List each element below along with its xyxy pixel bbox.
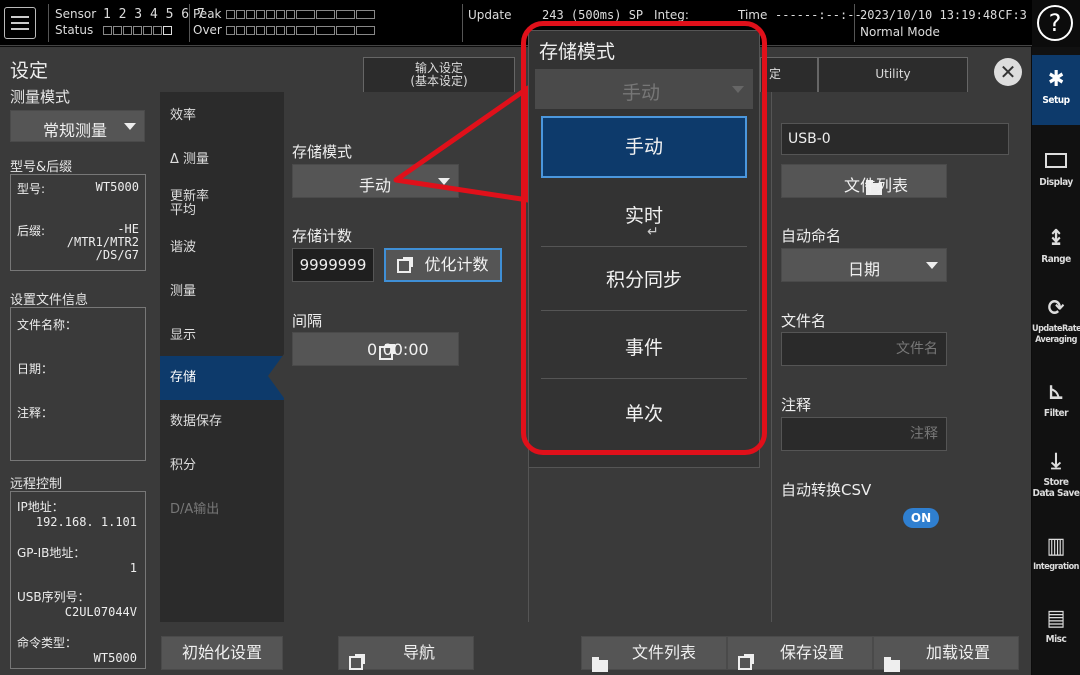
annotation-frame [521, 21, 767, 455]
